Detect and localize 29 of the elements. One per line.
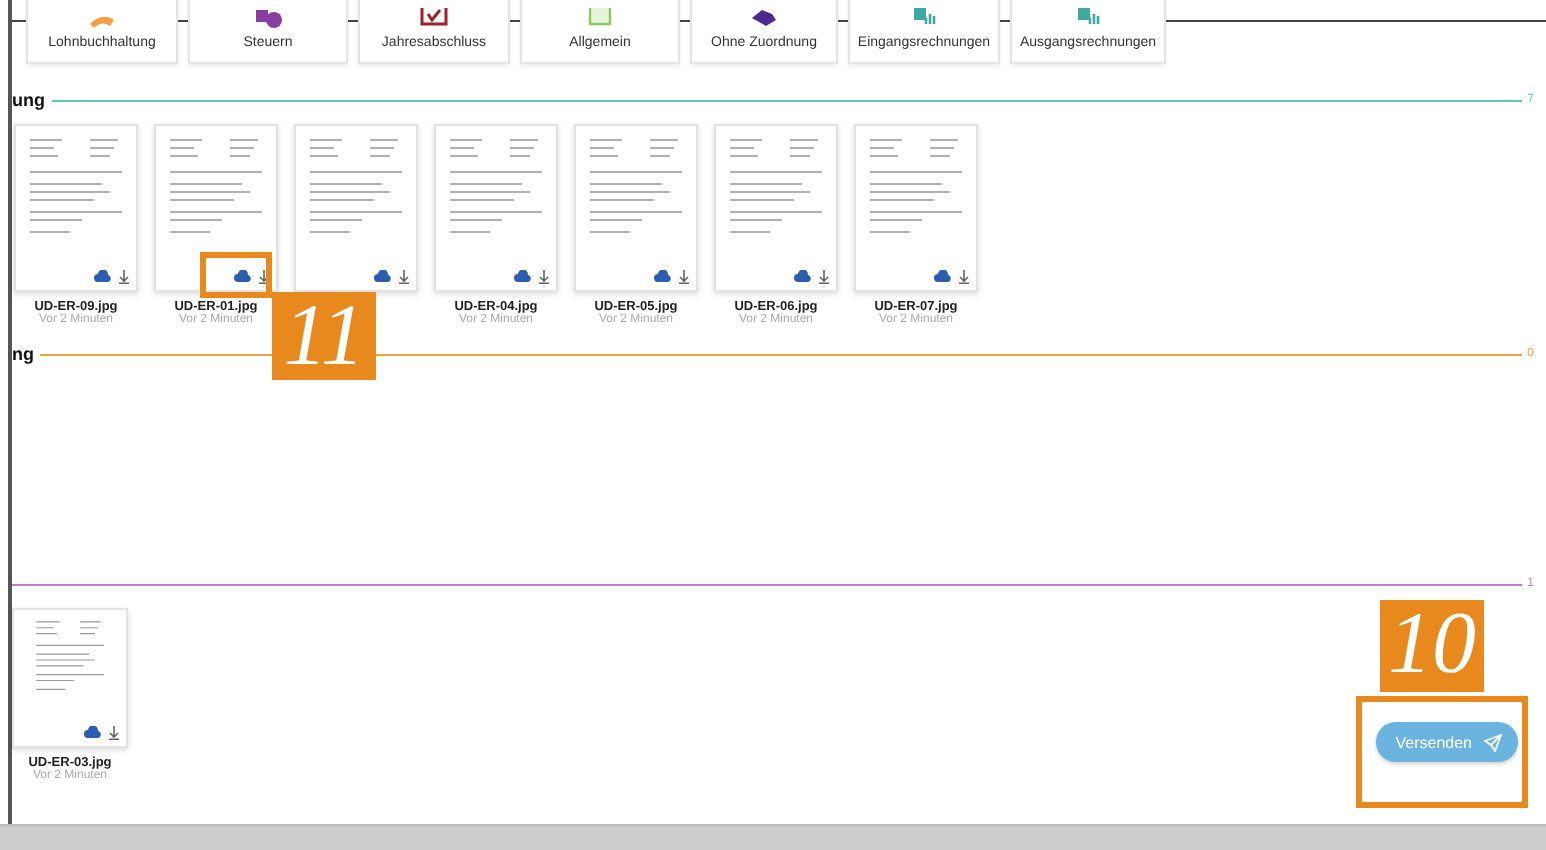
chart-icon [908,8,940,28]
cloud-icon[interactable] [654,270,672,282]
file-card[interactable] [12,608,128,748]
section-title: ng [12,344,34,364]
cloud-icon[interactable] [84,726,102,738]
download-icon[interactable] [118,270,130,284]
file-card[interactable] [154,124,278,292]
cloud-icon[interactable] [794,270,812,282]
cloud-icon[interactable] [514,270,532,282]
send-icon [1484,733,1502,751]
document-icon [584,8,616,28]
cloud-icon[interactable] [234,270,252,282]
cloud-icon[interactable] [374,270,392,282]
chart-icon [1072,8,1104,28]
download-icon[interactable] [958,270,970,284]
cloud-icon[interactable] [94,270,112,282]
download-icon[interactable] [398,270,410,284]
checkbox-icon [418,8,450,28]
download-icon[interactable] [258,270,270,284]
download-icon[interactable] [108,726,120,740]
download-icon[interactable] [818,270,830,284]
coin-icon [252,8,284,28]
callout-frame [200,252,272,298]
callout-number: 11 [272,292,376,380]
callout-number: 10 [1380,600,1484,692]
section-title: ung [12,90,45,110]
download-icon[interactable] [678,270,690,284]
cloud-icon[interactable] [934,270,952,282]
download-icon[interactable] [538,270,550,284]
